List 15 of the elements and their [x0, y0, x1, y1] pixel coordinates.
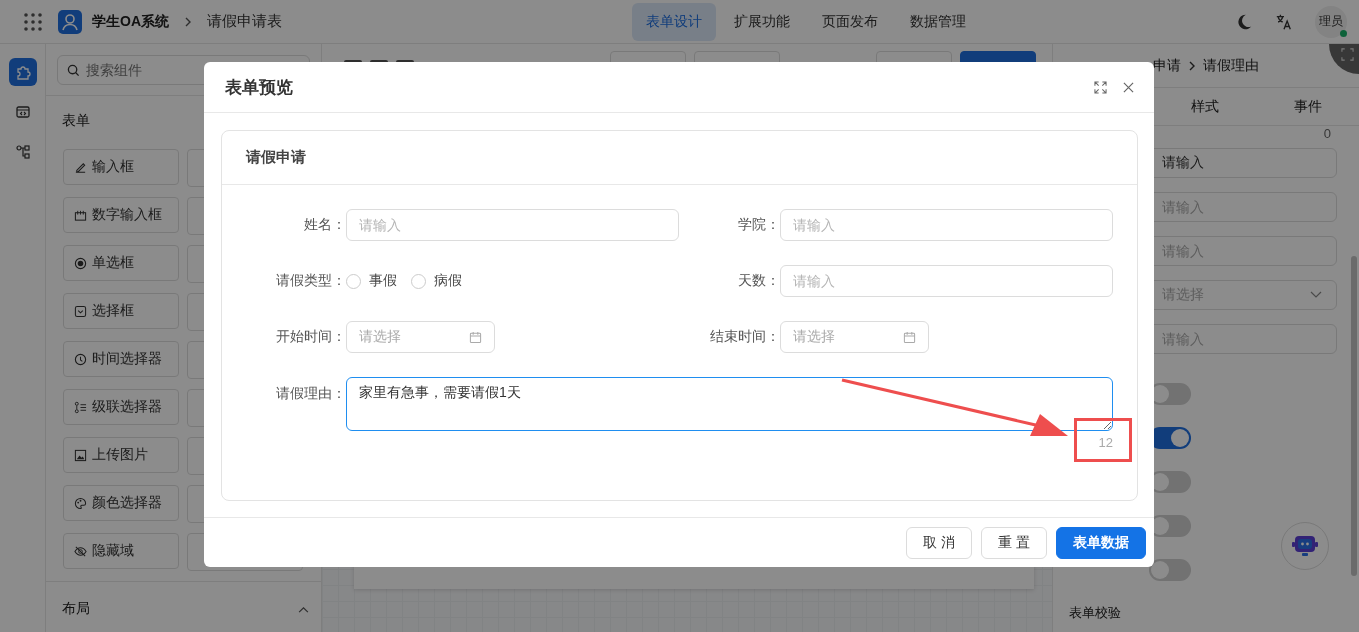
field-label: 天数： [737, 272, 780, 290]
app-name: 学生OA系统 [92, 12, 169, 31]
section-title: 表单校验 [1068, 604, 1122, 622]
field-label: 请假理由： [275, 384, 346, 403]
page-title: 请假申请表 [207, 12, 282, 31]
breadcrumb-item: 请假理由 [1203, 56, 1259, 75]
field-label: 开始时间： [275, 328, 346, 346]
card-title: 请假申请 [222, 131, 1137, 185]
char-count: 12 [1098, 435, 1113, 450]
field-label: 结束时间： [709, 328, 780, 346]
field-label: 姓名： [303, 216, 346, 234]
field-label: 学院： [737, 216, 780, 234]
field-label: 请假类型： [275, 272, 346, 290]
section-title: 布局 [62, 600, 90, 618]
count-text: 0 [1322, 126, 1332, 143]
